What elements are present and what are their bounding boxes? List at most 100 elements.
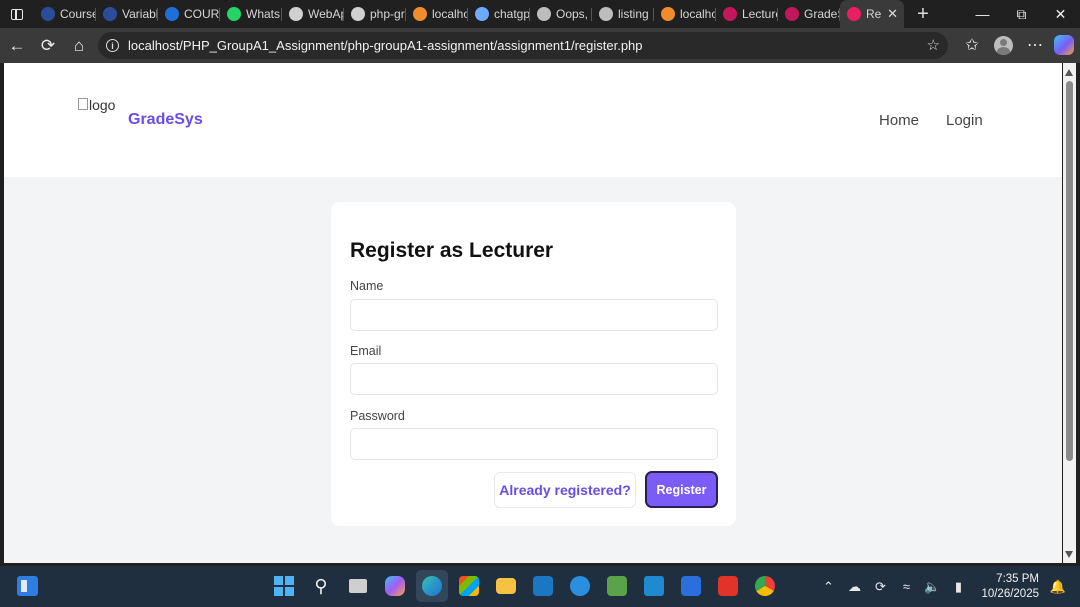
- scroll-up-arrow[interactable]: [1065, 69, 1073, 76]
- tab-list: Course Variabl COURS Whats WebAp php-gr localh…: [34, 0, 904, 28]
- email-label: Email: [350, 344, 382, 358]
- email-input[interactable]: [350, 363, 718, 395]
- notepad-icon[interactable]: [601, 570, 633, 602]
- vscode-icon[interactable]: [638, 570, 670, 602]
- name-input[interactable]: [350, 299, 718, 331]
- tab-strip: Course Variabl COURS Whats WebAp php-gr localh…: [0, 0, 1080, 28]
- browser-tab[interactable]: Course: [34, 0, 96, 28]
- clock-date: 10/26/2025: [981, 587, 1039, 600]
- browser-tab[interactable]: Lecture: [716, 0, 778, 28]
- github-icon: [351, 7, 365, 21]
- globe-icon: [599, 7, 613, 21]
- browser-tab[interactable]: COURS: [158, 0, 220, 28]
- browser-tab[interactable]: php-gr: [344, 0, 406, 28]
- address-bar-row: ← ⟳ ⌂ i localhost/PHP_GroupA1_Assignment…: [0, 28, 1080, 63]
- tab-label: Variabl: [122, 7, 158, 21]
- more-menu-icon[interactable]: ⋯: [1022, 31, 1048, 59]
- nav-home-link[interactable]: Home: [879, 112, 919, 129]
- home-button[interactable]: ⌂: [64, 31, 94, 61]
- favorites-icon[interactable]: ✩: [959, 31, 985, 59]
- site-info-icon[interactable]: i: [106, 39, 119, 52]
- tab-actions-icon: [11, 8, 23, 20]
- favorite-star-icon[interactable]: ☆: [927, 36, 940, 54]
- already-registered-link[interactable]: Already registered?: [494, 472, 636, 508]
- copilot-app-icon[interactable]: [379, 570, 411, 602]
- browser-tab[interactable]: Oops,: [530, 0, 592, 28]
- tab-label: localho: [680, 7, 716, 21]
- devhome-icon[interactable]: [675, 570, 707, 602]
- xampp-icon: [661, 7, 675, 21]
- copilot-icon[interactable]: [1054, 35, 1074, 55]
- register-card: Register as Lecturer Name Email Password…: [331, 202, 736, 526]
- tab-label: COURS: [184, 7, 220, 21]
- page-scrollbar[interactable]: [1063, 63, 1076, 563]
- site-header: logo GradeSys Home Login: [4, 63, 1062, 177]
- tab-label: GradeS: [804, 7, 840, 21]
- chevron-up-icon[interactable]: ⌃: [818, 579, 838, 595]
- volume-icon[interactable]: 🔈: [922, 579, 942, 595]
- edge-icon[interactable]: [416, 570, 448, 602]
- tab-label: php-gr: [370, 7, 405, 21]
- browser-tab[interactable]: GradeS: [778, 0, 840, 28]
- tab-label: chatgp: [494, 7, 530, 21]
- logo-alt-text: logo: [89, 97, 116, 113]
- widgets-icon[interactable]: [17, 576, 38, 596]
- windows-logo-icon: [274, 576, 294, 596]
- battery-icon[interactable]: ▮: [948, 579, 968, 595]
- register-button[interactable]: Register: [645, 471, 718, 508]
- back-button[interactable]: ←: [2, 31, 32, 61]
- tab-label: Lecture: [742, 7, 778, 21]
- password-input[interactable]: [350, 428, 718, 460]
- browser-tab[interactable]: localho: [654, 0, 716, 28]
- start-button[interactable]: [268, 570, 300, 602]
- window-controls: — ⧉ ✕: [963, 0, 1080, 28]
- clock[interactable]: 7:35 PM 10/26/2025: [981, 572, 1039, 602]
- scroll-thumb[interactable]: [1066, 81, 1073, 461]
- browser-tab[interactable]: localho: [406, 0, 468, 28]
- notification-bell-icon[interactable]: 🔔: [1048, 579, 1068, 595]
- app-icon: [785, 7, 799, 21]
- whatsapp-icon: [227, 7, 241, 21]
- browser-tab[interactable]: chatgp: [468, 0, 530, 28]
- refresh-button[interactable]: ⟳: [33, 31, 63, 61]
- url-text[interactable]: localhost/PHP_GroupA1_Assignment/php-gro…: [128, 38, 643, 53]
- task-view-icon[interactable]: [342, 570, 374, 602]
- cloud-icon: [165, 7, 179, 21]
- address-bar[interactable]: i localhost/PHP_GroupA1_Assignment/php-g…: [98, 32, 948, 59]
- tab-actions-button[interactable]: [0, 0, 34, 28]
- page-viewport: logo GradeSys Home Login Register as Lec…: [4, 63, 1062, 563]
- browser-tab[interactable]: Whats: [220, 0, 282, 28]
- clock-time: 7:35 PM: [996, 572, 1039, 585]
- browser-tab[interactable]: listing: [592, 0, 654, 28]
- close-tab-icon[interactable]: ✕: [887, 6, 898, 22]
- browser-tab[interactable]: WebAp: [282, 0, 344, 28]
- app-icon: [847, 7, 861, 21]
- logo-image: logo: [78, 97, 115, 113]
- name-label: Name: [350, 279, 384, 293]
- search-icon[interactable]: ⚲: [305, 570, 337, 602]
- xampp-icon: [413, 7, 427, 21]
- tab-label: Oops,: [556, 7, 589, 21]
- profile-avatar[interactable]: [994, 35, 1013, 55]
- close-window-button[interactable]: ✕: [1041, 0, 1080, 28]
- minimize-button[interactable]: —: [963, 0, 1002, 28]
- scroll-down-arrow[interactable]: [1065, 551, 1073, 558]
- store-icon[interactable]: [453, 570, 485, 602]
- browser-tab[interactable]: Variabl: [96, 0, 158, 28]
- file-explorer-icon[interactable]: [490, 570, 522, 602]
- wps-icon[interactable]: [712, 570, 744, 602]
- restore-button[interactable]: ⧉: [1002, 0, 1041, 28]
- new-tab-button[interactable]: +: [908, 3, 938, 26]
- wifi-icon[interactable]: ≈: [896, 579, 916, 594]
- tab-active[interactable]: Re ✕: [840, 0, 904, 28]
- brand-name[interactable]: GradeSys: [128, 111, 203, 129]
- help-icon[interactable]: [564, 570, 596, 602]
- sync-icon[interactable]: ⟳: [870, 579, 890, 595]
- nav-login-link[interactable]: Login: [946, 112, 983, 129]
- app-icon: [723, 7, 737, 21]
- broken-image-icon: [78, 98, 88, 110]
- myhp-icon[interactable]: [527, 570, 559, 602]
- tab-label: Course: [60, 7, 96, 21]
- chrome-icon[interactable]: [749, 570, 781, 602]
- onedrive-cloud-icon[interactable]: ☁: [844, 579, 864, 595]
